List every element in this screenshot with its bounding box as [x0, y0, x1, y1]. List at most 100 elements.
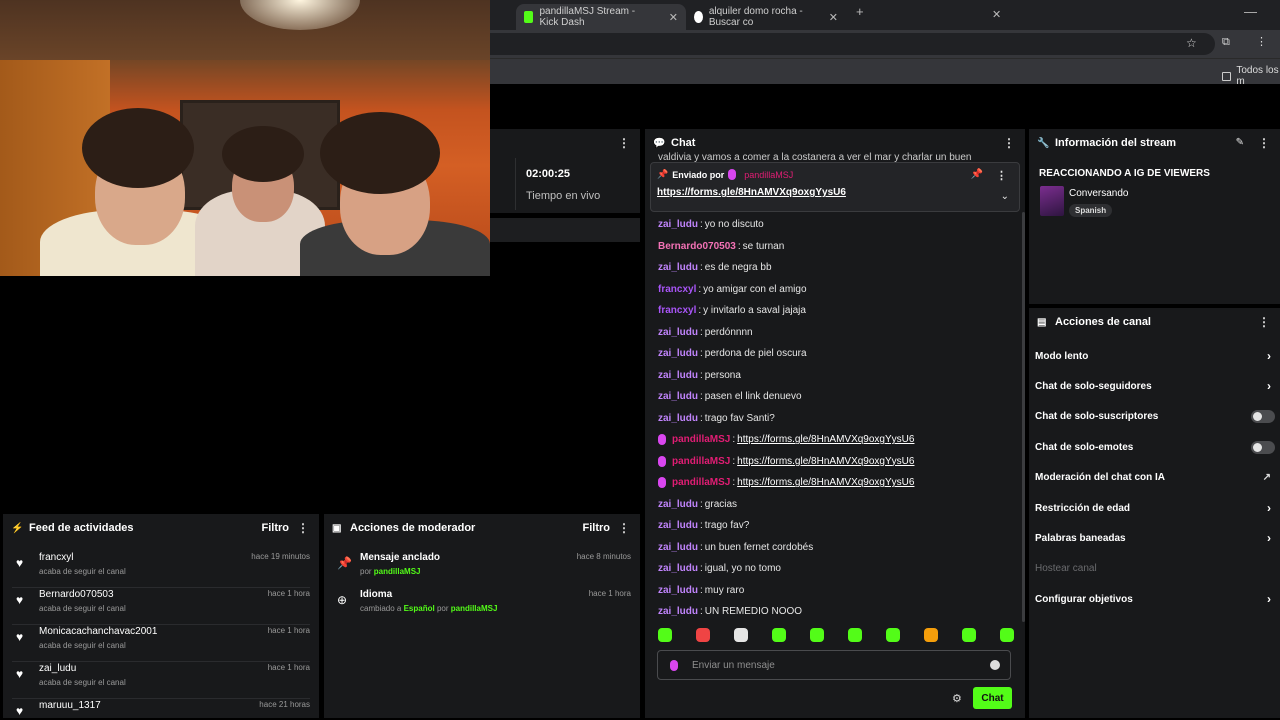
activity-username[interactable]: maruuu_1317: [39, 700, 101, 711]
chat-colon: :: [700, 369, 703, 381]
emote-icon[interactable]: [772, 628, 786, 642]
gear-icon[interactable]: ⚙: [952, 692, 962, 705]
chat-link[interactable]: https://forms.gle/8HnAMVXq9oxgYysU6: [737, 477, 914, 488]
channel-action-item[interactable]: Chat de solo-seguidores ›: [1035, 376, 1275, 396]
filter-button[interactable]: Filtro: [583, 522, 611, 534]
emote-icon[interactable]: [734, 628, 748, 642]
chat-username[interactable]: zai_ludu: [658, 499, 698, 510]
chat-username[interactable]: zai_ludu: [658, 413, 698, 424]
toggle-switch[interactable]: [1251, 440, 1275, 454]
chat-username[interactable]: pandillaMSJ: [672, 456, 730, 467]
emoji-icon[interactable]: [990, 660, 1000, 670]
url-input[interactable]: [490, 33, 1215, 55]
pinned-link[interactable]: https://forms.gle/8HnAMVXq9oxgYysU6: [657, 187, 846, 198]
chat-username[interactable]: francxyl: [658, 305, 696, 316]
activity-username[interactable]: zai_ludu: [39, 663, 76, 674]
emote-icon[interactable]: [696, 628, 710, 642]
new-tab-button[interactable]: +: [856, 4, 864, 19]
extensions-icon[interactable]: ⧉: [1222, 36, 1230, 49]
chat-username[interactable]: zai_ludu: [658, 542, 698, 553]
send-chat-button[interactable]: Chat: [973, 687, 1012, 709]
channel-action-item[interactable]: Chat de solo-suscriptores: [1035, 407, 1275, 427]
star-icon[interactable]: ☆: [1186, 36, 1197, 50]
chat-input[interactable]: Enviar un mensaje: [657, 650, 1011, 680]
external-link-icon[interactable]: ↗: [1263, 472, 1271, 483]
menu-icon[interactable]: ⋮: [1256, 35, 1267, 48]
tab-kick-dashboard[interactable]: pandillaMSJ Stream - Kick Dash ✕: [516, 4, 686, 30]
emote-icon[interactable]: [962, 628, 976, 642]
more-options-icon[interactable]: ⋮: [618, 522, 630, 534]
chat-scrollbar[interactable]: [1022, 212, 1025, 622]
chat-username[interactable]: francxyl: [658, 284, 696, 295]
chat-link[interactable]: https://forms.gle/8HnAMVXq9oxgYysU6: [737, 456, 914, 467]
pinned-message[interactable]: 📌 Enviado por pandillaMSJ https://forms.…: [650, 162, 1020, 212]
channel-action-item[interactable]: Restricción de edad ›: [1035, 498, 1275, 518]
chevron-right-icon[interactable]: ›: [1267, 531, 1271, 545]
toggle-switch[interactable]: [1251, 410, 1275, 424]
chat-colon: :: [698, 305, 702, 317]
more-options-icon[interactable]: ⋮: [297, 522, 309, 534]
chat-message: zai_ludu: muy raro: [658, 580, 1018, 602]
chevron-down-icon[interactable]: ⌄: [1001, 191, 1009, 202]
tab-title: pandillaMSJ Stream - Kick Dash: [539, 6, 636, 28]
chat-username[interactable]: zai_ludu: [658, 563, 698, 574]
channel-action-item[interactable]: Configurar objetivos ›: [1035, 589, 1275, 609]
channel-action-label: Chat de solo-emotes: [1035, 441, 1134, 453]
category-thumbnail: [1040, 186, 1064, 216]
chevron-right-icon[interactable]: ›: [1267, 592, 1271, 606]
chat-username[interactable]: zai_ludu: [658, 219, 698, 230]
activity-username[interactable]: Monicacachanchavac2001: [39, 626, 157, 637]
emote-icon[interactable]: [924, 628, 938, 642]
chat-text: es de negra bb: [704, 262, 772, 274]
chat-username[interactable]: pandillaMSJ: [672, 477, 730, 488]
chat-username[interactable]: zai_ludu: [658, 520, 698, 531]
chat-username[interactable]: zai_ludu: [658, 606, 698, 617]
more-options-icon[interactable]: ⋮: [996, 169, 1007, 182]
mod-action-value[interactable]: pandillaMSJ: [374, 567, 421, 576]
mod-action-value[interactable]: Español: [404, 604, 435, 613]
chat-username[interactable]: zai_ludu: [658, 327, 698, 338]
tab-google-search[interactable]: alquiler domo rocha - Buscar co ✕: [686, 4, 846, 30]
chat-username[interactable]: pandillaMSJ: [672, 434, 730, 445]
stream-info-panel: 🔧 Información del stream ✎ ⋮: [1029, 129, 1280, 304]
chat-username[interactable]: zai_ludu: [658, 585, 698, 596]
mod-action-user[interactable]: pandillaMSJ: [451, 604, 498, 613]
channel-action-item[interactable]: Moderación del chat con IA ↗: [1035, 468, 1275, 488]
chevron-right-icon[interactable]: ›: [1267, 379, 1271, 393]
chat-link[interactable]: https://forms.gle/8HnAMVXq9oxgYysU6: [737, 434, 914, 445]
bookmark-all-folder[interactable]: Todos los m: [1222, 65, 1280, 87]
emote-icon[interactable]: [810, 628, 824, 642]
emote-icon[interactable]: [658, 628, 672, 642]
close-icon[interactable]: ✕: [992, 8, 1001, 21]
channel-action-label: Chat de solo-suscriptores: [1035, 411, 1159, 423]
stats-row: [490, 218, 640, 242]
channel-action-label: Hostear canal: [1035, 563, 1097, 575]
chat-username[interactable]: zai_ludu: [658, 391, 698, 402]
activity-username[interactable]: francxyl: [39, 552, 73, 563]
emote-icon[interactable]: [1000, 628, 1014, 642]
channel-action-item[interactable]: Palabras baneadas ›: [1035, 528, 1275, 548]
chat-username[interactable]: zai_ludu: [658, 370, 698, 381]
emote-icon[interactable]: [848, 628, 862, 642]
edit-icon[interactable]: ✎: [1236, 137, 1244, 148]
chevron-right-icon[interactable]: ›: [1267, 501, 1271, 515]
close-icon[interactable]: ✕: [829, 11, 838, 24]
close-icon[interactable]: ✕: [669, 11, 678, 24]
emote-icon[interactable]: [886, 628, 900, 642]
channel-action-item[interactable]: Chat de solo-emotes: [1035, 437, 1275, 457]
chat-username[interactable]: zai_ludu: [658, 262, 698, 273]
unpin-icon[interactable]: 📌: [971, 169, 983, 180]
chevron-right-icon[interactable]: ›: [1267, 349, 1271, 363]
chat-username[interactable]: zai_ludu: [658, 348, 698, 359]
filter-button[interactable]: Filtro: [262, 522, 290, 534]
more-options-icon[interactable]: ⋮: [1003, 137, 1015, 149]
folder-icon: [1222, 71, 1232, 81]
activity-username[interactable]: Bernardo070503: [39, 589, 114, 600]
more-options-icon[interactable]: ⋮: [1258, 137, 1270, 149]
channel-action-item[interactable]: Modo lento ›: [1035, 346, 1275, 366]
more-options-icon[interactable]: ⋮: [618, 137, 630, 149]
minimize-icon[interactable]: —: [1244, 4, 1257, 19]
chat-username[interactable]: Bernardo070503: [658, 241, 736, 252]
chat-text: persona: [704, 369, 741, 381]
more-options-icon[interactable]: ⋮: [1258, 316, 1270, 328]
